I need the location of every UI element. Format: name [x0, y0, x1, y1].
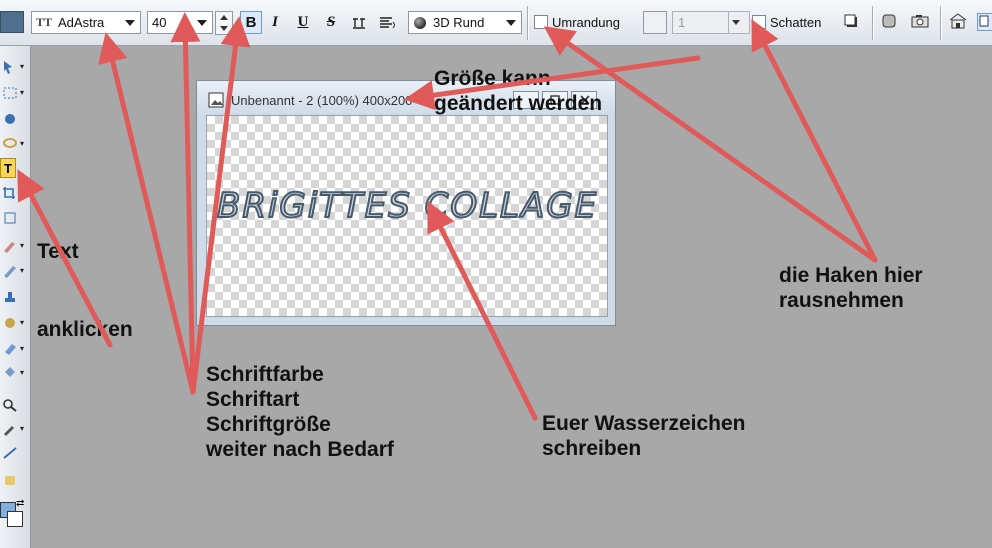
- font-settings-note: Schriftfarbe Schriftart Schriftgröße wei…: [206, 362, 394, 462]
- image-document-icon: [208, 92, 224, 108]
- font-family-select[interactable]: TT AdAstra: [31, 11, 141, 34]
- spin-down-icon[interactable]: [220, 26, 228, 31]
- chevron-down-icon[interactable]: ▾: [20, 424, 24, 433]
- home-button[interactable]: [949, 13, 967, 31]
- chevron-down-icon[interactable]: [732, 20, 740, 25]
- spin-up-icon[interactable]: [220, 15, 228, 20]
- camera-icon: [911, 15, 929, 28]
- font-size-value: 40: [152, 15, 167, 30]
- line-tool-icon[interactable]: [2, 446, 18, 460]
- sphere-icon: [414, 16, 426, 29]
- font-note-line: Schriftart: [206, 388, 300, 411]
- chevron-down-icon[interactable]: ▾: [20, 88, 24, 97]
- outline-width-value: 1: [678, 15, 686, 30]
- toolbar-separator: [940, 6, 941, 40]
- selection-tool-icon[interactable]: [2, 86, 18, 100]
- outline-color-swatch[interactable]: [643, 11, 667, 34]
- bold-button[interactable]: B: [240, 11, 262, 34]
- watermark-note: Euer Wasserzeichen schreiben: [542, 411, 745, 461]
- strikethrough-button[interactable]: S: [320, 11, 342, 34]
- font-family-value: AdAstra: [58, 15, 105, 30]
- camera-button[interactable]: [911, 13, 929, 31]
- pencil-tool-icon[interactable]: [2, 264, 18, 278]
- shadow-box-icon: [844, 14, 857, 27]
- size-note: Größe kann geändert werden: [434, 66, 602, 116]
- font-note-line: Schriftgröße: [206, 413, 331, 436]
- background-color-swatch[interactable]: [7, 511, 23, 527]
- size-note-line: geändert werden: [434, 92, 603, 115]
- text-tool-icon: T: [4, 160, 12, 176]
- chevron-down-icon[interactable]: ▾: [20, 62, 24, 71]
- chevron-down-icon[interactable]: [197, 20, 207, 26]
- font-size-select[interactable]: 40: [147, 11, 213, 34]
- font-size-spinner[interactable]: [215, 11, 233, 35]
- text-toolbar: TT AdAstra 40 B I U S 3D Rund Umrandung …: [0, 0, 992, 46]
- building-icon: [949, 13, 967, 29]
- stamp-tool-icon[interactable]: [2, 290, 18, 304]
- arrow-to-shadow-checkbox: [751, 19, 878, 263]
- lasso-tool-icon[interactable]: [2, 137, 18, 151]
- panel-icon: [979, 15, 989, 27]
- transform-tool-icon[interactable]: [2, 211, 18, 225]
- crop-tool-icon[interactable]: [2, 186, 18, 200]
- truetype-font-icon: TT: [36, 15, 53, 29]
- text-align-button[interactable]: [376, 11, 398, 34]
- toolbar-separator: [872, 6, 873, 40]
- shadow-label: Schatten: [770, 15, 822, 30]
- shadow-settings-button[interactable]: [843, 13, 861, 31]
- font-note-line: weiter nach Bedarf: [206, 438, 394, 461]
- text-tool-note-line2: anklicken: [37, 318, 133, 341]
- eraser-tool-icon[interactable]: [2, 342, 18, 356]
- outline-checkbox[interactable]: [534, 15, 548, 29]
- checkbox-note-line: rausnehmen: [779, 289, 904, 312]
- smudge-tool-icon[interactable]: [2, 316, 18, 330]
- font-note-line: Schriftfarbe: [206, 363, 324, 386]
- watermark-note-line: schreiben: [542, 437, 642, 460]
- text-tool-button[interactable]: T: [0, 158, 16, 178]
- outline-label: Umrandung: [552, 15, 620, 30]
- chevron-down-icon[interactable]: [506, 20, 516, 26]
- underline-button[interactable]: U: [292, 11, 314, 34]
- toolbar-separator: [527, 6, 528, 40]
- swap-colors-icon[interactable]: ⇄: [16, 498, 24, 509]
- shadow-checkbox[interactable]: [752, 15, 766, 29]
- kerning-icon: [353, 17, 365, 29]
- brush-tool-icon[interactable]: [2, 239, 18, 253]
- text-style-value: 3D Rund: [433, 15, 485, 30]
- font-color-swatch[interactable]: [0, 11, 24, 33]
- image-window-title: Unbenannt - 2 (100%) 400x200: [231, 93, 413, 108]
- hand-tool-icon[interactable]: [2, 472, 18, 486]
- pointer-tool-icon[interactable]: [2, 60, 18, 74]
- fill-tool-icon[interactable]: [2, 366, 18, 380]
- chevron-down-icon[interactable]: ▾: [20, 318, 24, 327]
- checkbox-note-line: die Haken hier: [779, 264, 923, 287]
- checkbox-note: die Haken hier rausnehmen: [779, 263, 923, 313]
- panel-toggle-button[interactable]: [977, 13, 992, 31]
- round-rect-button[interactable]: [881, 13, 899, 31]
- image-window: Unbenannt - 2 (100%) 400x200 BRiGiTTES C…: [196, 80, 616, 326]
- chevron-down-icon[interactable]: [125, 20, 135, 26]
- watermark-text[interactable]: BRiGiTTES COLLAGE: [216, 185, 598, 227]
- italic-button[interactable]: I: [264, 11, 286, 34]
- tools-sidebar: ▾ ▾ ▾ T ▾ ▾ ▾ ▾ ▾ ▾ ▾ ⇄: [0, 46, 31, 548]
- text-tool-note-line1: Text: [37, 240, 79, 263]
- text-kerning-button[interactable]: [348, 11, 370, 34]
- size-note-line: Größe kann: [434, 67, 551, 90]
- shape-tool-icon[interactable]: [2, 112, 18, 126]
- zoom-tool-icon[interactable]: [2, 398, 18, 412]
- chevron-down-icon[interactable]: ▾: [20, 139, 24, 148]
- chevron-down-icon[interactable]: ▾: [20, 241, 24, 250]
- chevron-down-icon[interactable]: ▾: [20, 344, 24, 353]
- chevron-down-icon[interactable]: ▾: [20, 266, 24, 275]
- eyedropper-tool-icon[interactable]: [2, 422, 18, 436]
- transparent-canvas[interactable]: BRiGiTTES COLLAGE: [206, 115, 608, 317]
- round-rect-icon: [882, 14, 896, 28]
- chevron-down-icon[interactable]: ▾: [20, 368, 24, 377]
- chevron-down-icon[interactable]: ▾: [20, 188, 24, 197]
- outline-width-dropdown[interactable]: [728, 12, 744, 33]
- watermark-note-line: Euer Wasserzeichen: [542, 412, 746, 435]
- arrow-to-font-family: [170, 12, 201, 395]
- align-lines-icon: [380, 16, 395, 28]
- text-style-select[interactable]: 3D Rund: [408, 11, 522, 34]
